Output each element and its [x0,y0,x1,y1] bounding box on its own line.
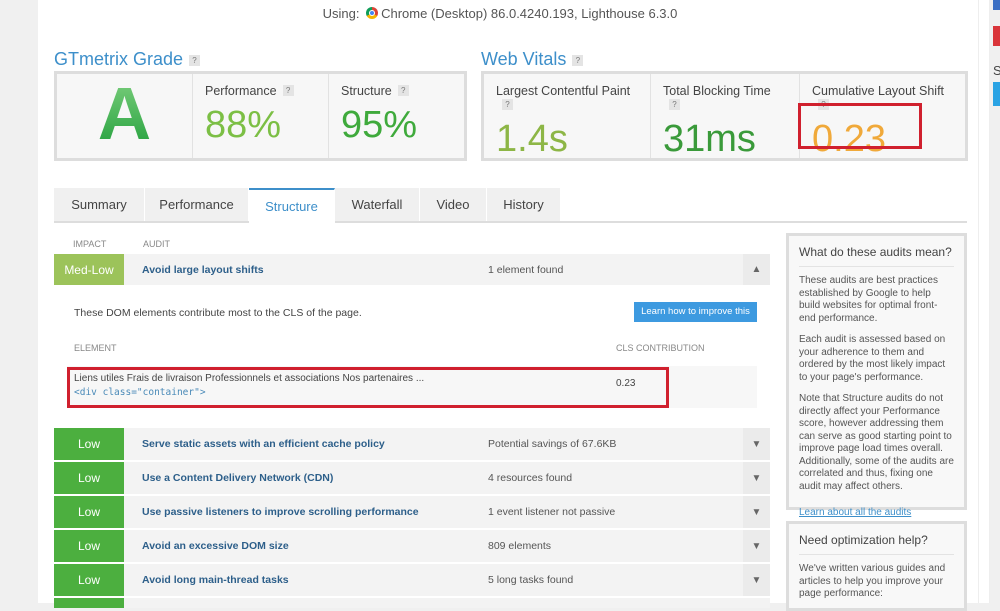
cls-contribution-header: CLS CONTRIBUTION [616,343,705,353]
lcp-value: 1.4s [496,118,568,160]
impact-badge: Low [54,428,124,460]
tab-waterfall[interactable]: Waterfall [335,188,420,221]
audit-result: Potential savings of 67.6KB [488,438,617,450]
web-vitals-title: Web Vitals? [481,49,584,70]
audit-result: 4 resources found [488,472,573,484]
audit-result: 1 event listener not passive [488,506,616,518]
tab-summary[interactable]: Summary [54,188,145,221]
chevron-up-icon[interactable]: ▲ [743,254,770,285]
audits-info-p1: These audits are best practices establis… [799,275,938,324]
gtmetrix-grade-title: GTmetrix Grade? [54,49,201,70]
audit-row[interactable]: Low Serve static assets with an efficient… [54,428,770,460]
help-icon[interactable]: ? [572,55,584,66]
audit-header: AUDIT [143,239,170,249]
audit-result: 1 element found [488,263,564,276]
chevron-down-icon[interactable]: ▼ [743,564,770,596]
tab-history[interactable]: History [487,188,561,221]
impact-badge: Med-Low [54,254,124,285]
learn-audits-link[interactable]: Learn about all the audits [799,507,911,518]
tab-video[interactable]: Video [420,188,487,221]
chevron-down-icon[interactable]: ▼ [743,496,770,528]
using-label: Using: [322,6,360,21]
audit-name[interactable]: Use passive listeners to improve scrolli… [124,506,488,518]
audit-row[interactable]: Low Use passive listeners to improve scro… [54,496,770,528]
chrome-icon [366,7,379,19]
audit-result: 5 long tasks found [488,574,574,586]
help-icon[interactable]: ? [282,85,294,96]
help-icon[interactable]: ? [397,85,409,96]
audits-info-title: What do these audits mean? [799,245,954,267]
structure-label: Structure? [341,84,452,98]
help-icon[interactable]: ? [502,99,513,110]
element-highlight-box [67,367,669,408]
audit-row[interactable]: Low Avoid long main-thread tasks 5 long ta… [54,564,770,596]
audit-row[interactable]: Low Avoid an excessive DOM size 809 elemen… [54,530,770,562]
impact-badge: Low [54,462,124,494]
impact-header: IMPACT [73,239,107,249]
tbt-label: Total Blocking Time? [663,84,771,110]
tab-structure[interactable]: Structure [249,188,335,223]
grade-letter: A [57,74,192,154]
tab-bar: Summary Performance Structure Waterfall … [54,188,967,223]
cls-highlight-box [798,103,922,149]
element-header: ELEMENT [74,343,117,353]
chevron-down-icon[interactable]: ▼ [743,530,770,562]
chevron-down-icon[interactable]: ▼ [743,428,770,460]
grade-box: A Performance? 88% Structure? 95% [54,71,467,161]
pinterest-share-button[interactable] [993,26,1000,46]
audits-info-p2: Each audit is assessed based on your adh… [799,334,946,383]
impact-badge: Low [54,564,124,596]
audit-row[interactable]: Low Use a Content Delivery Network (CDN) 4… [54,462,770,494]
audits-info-box: What do these audits mean? These audits … [786,233,967,518]
optimization-help-title: Need optimization help? [799,533,954,555]
audits-info-p3: Note that Structure audits do not direct… [799,393,954,492]
performance-score: 88% [205,104,282,146]
audit-name[interactable]: Use a Content Delivery Network (CDN) [124,472,488,484]
chevron-down-icon[interactable]: ▼ [743,462,770,494]
structure-score: 95% [341,104,418,146]
tab-performance[interactable]: Performance [145,188,249,221]
right-scroll-column [978,0,990,603]
help-icon[interactable]: ? [669,99,680,110]
optimization-help-text: We've written various guides and article… [799,563,946,599]
test-info: Using: Chrome (Desktop) 86.0.4240.193, L… [0,6,1000,21]
audit-description: These DOM elements contribute most to th… [74,307,362,319]
audit-row-expanded[interactable]: Med-Low Avoid large layout shifts 1 elem… [54,254,770,285]
learn-improve-button[interactable]: Learn how to improve this [634,302,757,322]
lcp-label: Largest Contentful Paint? [496,84,631,110]
performance-label: Performance? [205,84,316,98]
audit-name[interactable]: Avoid an excessive DOM size [124,540,488,552]
impact-badge [54,598,124,608]
audit-name[interactable]: Avoid large layout shifts [124,264,488,276]
browser-info: Chrome (Desktop) 86.0.4240.193, Lighthou… [381,6,678,21]
tbt-value: 31ms [663,118,756,160]
help-icon[interactable]: ? [189,55,201,66]
share-label: S [993,63,1000,78]
impact-badge: Low [54,530,124,562]
audit-name[interactable]: Avoid long main-thread tasks [124,574,488,586]
impact-badge: Low [54,496,124,528]
optimization-help-box: Need optimization help? We've written va… [786,521,967,611]
twitter-share-button[interactable] [993,82,1000,106]
audit-row-partial[interactable] [54,598,770,608]
audit-name[interactable]: Serve static assets with an efficient ca… [124,438,488,450]
audit-result: 809 elements [488,540,552,552]
